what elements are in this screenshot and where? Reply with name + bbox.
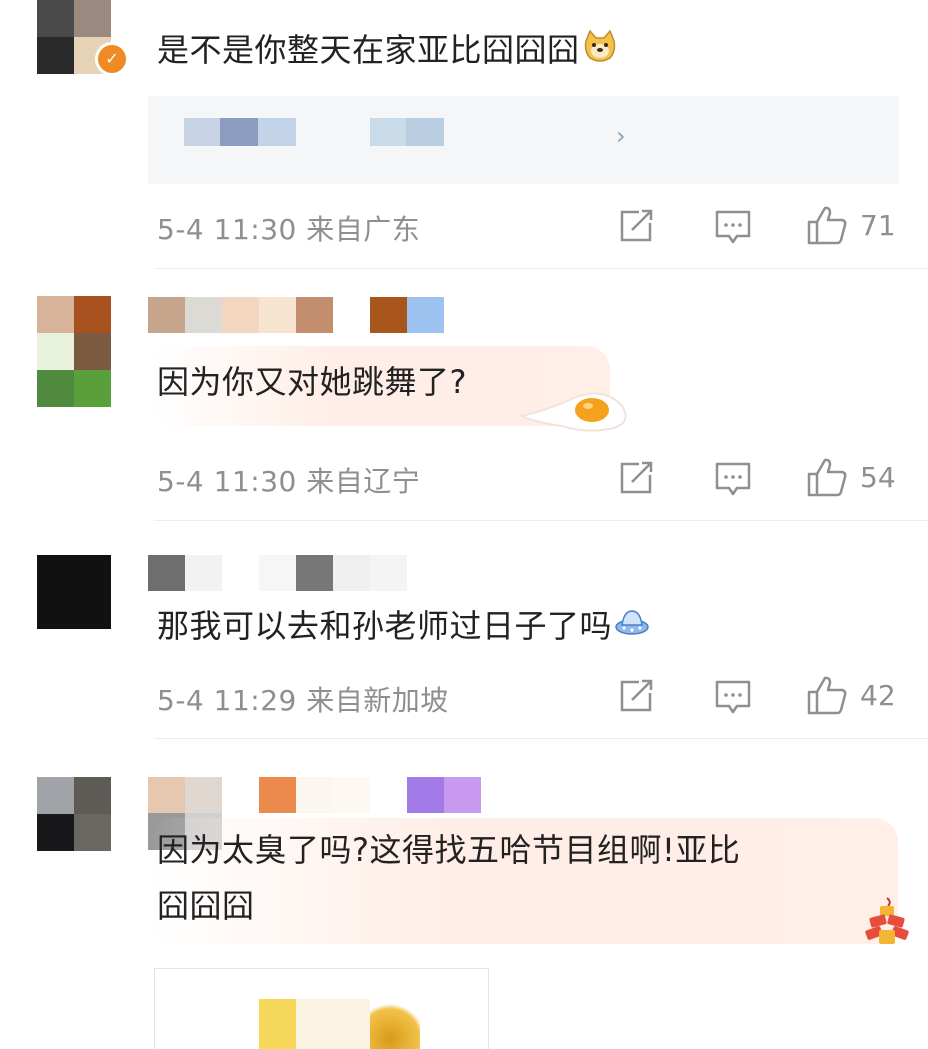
- repost-button[interactable]: [618, 208, 656, 244]
- avatar[interactable]: [37, 555, 111, 629]
- firecracker-emoji-icon: [865, 897, 909, 944]
- comment-meta: 5-4 11:30 来自广东: [157, 213, 421, 246]
- comment-icon: [715, 680, 751, 714]
- repost-button[interactable]: [618, 678, 656, 714]
- like-button[interactable]: 54: [806, 456, 896, 498]
- comment-text-line2: 囧囧囧: [157, 887, 255, 925]
- like-button[interactable]: 71: [806, 204, 896, 246]
- reply-button[interactable]: [714, 678, 752, 716]
- like-count: 42: [860, 678, 896, 712]
- username[interactable]: [148, 297, 444, 333]
- comment-text: 是不是你整天在家亚比囧囧囧: [157, 24, 618, 78]
- image-attachment[interactable]: [154, 968, 489, 1049]
- avatar[interactable]: [37, 777, 111, 851]
- share-icon: [620, 461, 653, 494]
- thumbs-up-icon: [807, 458, 847, 497]
- like-count: 71: [860, 208, 896, 242]
- username[interactable]: [148, 777, 481, 813]
- verified-badge-icon: ✓: [95, 42, 129, 76]
- repost-button[interactable]: [618, 460, 656, 496]
- divider: [154, 520, 928, 521]
- reply-button[interactable]: [714, 208, 752, 246]
- share-icon: [620, 209, 653, 242]
- comment-text: 因为你又对她跳舞了?: [157, 363, 467, 401]
- comment-item: 那我可以去和孙老师过日子了吗 5-4 11:29 来自新加坡 42: [0, 522, 928, 740]
- doge-emoji-icon: [582, 26, 618, 78]
- comment-meta: 5-4 11:30 来自辽宁: [157, 465, 421, 498]
- fried-egg-decoration-icon: [519, 392, 627, 432]
- comment-item: 因为太臭了吗?这得找五哈节目组啊!亚比 囧囧囧: [0, 740, 928, 1049]
- repost-card[interactable]: ›: [148, 96, 899, 184]
- comment-item: ✓ 是不是你整天在家亚比囧囧囧 › 5-4 11:30 来自广东 71: [0, 0, 928, 270]
- divider: [154, 738, 928, 739]
- thumbs-up-icon: [807, 206, 847, 245]
- share-icon: [620, 679, 653, 712]
- like-button[interactable]: 42: [806, 674, 896, 716]
- avatar[interactable]: [37, 296, 111, 407]
- comment-item: 因为你又对她跳舞了? 5-4 11:30 来自辽宁 54: [0, 270, 928, 522]
- comment-text-line1: 因为太臭了吗?这得找五哈节目组啊!亚比: [157, 831, 741, 869]
- chevron-right-icon: ›: [616, 122, 626, 150]
- divider: [154, 268, 928, 269]
- comment-icon: [715, 462, 751, 496]
- comment-meta: 5-4 11:29 来自新加坡: [157, 684, 449, 717]
- ufo-emoji-icon: [614, 602, 650, 654]
- comment-icon: [715, 210, 751, 244]
- username[interactable]: [148, 555, 481, 591]
- reply-button[interactable]: [714, 460, 752, 498]
- thumbs-up-icon: [807, 676, 847, 715]
- comment-text: 那我可以去和孙老师过日子了吗: [157, 600, 650, 654]
- like-count: 54: [860, 460, 896, 494]
